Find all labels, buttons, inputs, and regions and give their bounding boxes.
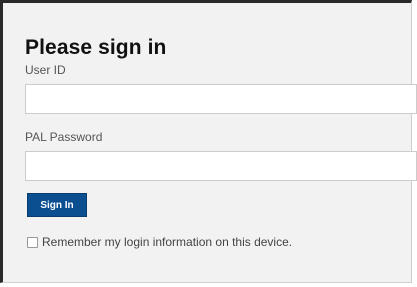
sign-in-panel: Please sign in User ID PAL Password Sign…: [0, 0, 417, 283]
page-title: Please sign in: [25, 36, 167, 59]
remember-login-checkbox[interactable]: [27, 236, 38, 248]
pal-password-input[interactable]: [25, 151, 417, 181]
remember-login-option[interactable]: Remember my login information on this de…: [27, 235, 292, 249]
sign-in-button[interactable]: Sign In: [27, 193, 87, 217]
pal-password-label: PAL Password: [25, 130, 103, 144]
remember-login-label: Remember my login information on this de…: [42, 235, 293, 249]
user-id-input[interactable]: [25, 84, 417, 114]
user-id-label: User ID: [25, 63, 66, 77]
